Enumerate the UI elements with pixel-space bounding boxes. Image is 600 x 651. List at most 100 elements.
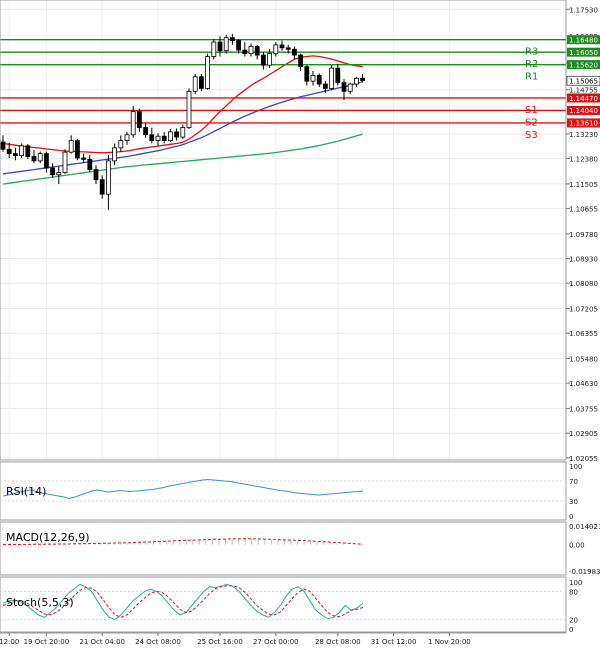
candle-body <box>149 134 155 141</box>
candle-body <box>186 90 192 128</box>
candle-body <box>50 167 55 176</box>
price-tick-label: 1.07205 <box>569 306 598 314</box>
candle-body <box>298 54 304 68</box>
candle-body <box>236 40 242 51</box>
price-tick-label: 1.11505 <box>569 181 598 189</box>
price-tick-label: 1.17530 <box>569 6 598 14</box>
chart-canvas: R3R2R1S1S2S3 1.175301.166051.156801.1475… <box>0 0 600 651</box>
candle-body <box>329 67 335 89</box>
stoch-title: Stoch(5,5,3) <box>6 596 74 609</box>
candle-body <box>223 37 229 52</box>
candle-body <box>6 148 12 155</box>
candle-body <box>205 56 211 89</box>
candle-body <box>44 153 49 169</box>
candle-body <box>192 76 198 92</box>
candle-body <box>56 172 62 176</box>
candle-body <box>291 48 297 56</box>
candle-body <box>254 45 260 56</box>
candle-body <box>118 140 124 149</box>
current-price-badge: 1.15065 <box>566 75 600 86</box>
candle-body <box>106 160 111 195</box>
candle-body <box>25 145 31 157</box>
candle-body <box>112 147 117 162</box>
price-tick-label: 1.06355 <box>569 330 598 338</box>
candle-body <box>143 127 149 136</box>
stoch-tick-label: 20 <box>569 617 578 625</box>
level-price-text: 1.14470 <box>569 95 598 103</box>
stoch-tick-label: 100 <box>569 579 582 587</box>
macd-tick-label: 0.00 <box>569 542 585 550</box>
candle-body <box>242 49 248 55</box>
candle-body <box>347 83 353 92</box>
time-tick-label: 19 Oct 20:00 <box>24 638 70 646</box>
candle-body <box>353 77 359 85</box>
price-tick-label: 1.02055 <box>569 455 598 463</box>
candle-body <box>75 140 80 159</box>
time-tick-label: 21 Oct 04:00 <box>79 638 125 646</box>
candle-body <box>211 41 217 57</box>
macd-tick-label: -0.019835 <box>569 568 600 576</box>
candle-body <box>87 159 93 170</box>
candle-body <box>0 141 6 150</box>
candle-body <box>37 153 43 162</box>
candle-body <box>155 135 161 141</box>
candle-body <box>19 145 25 157</box>
level-price-text: 1.15620 <box>569 61 598 69</box>
candle-body <box>229 37 235 41</box>
time-tick-label: 28 Oct 08:00 <box>315 638 361 646</box>
candle-body <box>62 151 68 173</box>
time-tick-label: 12:00 <box>0 638 19 646</box>
candle-body <box>279 44 285 49</box>
candle-body <box>335 67 341 84</box>
candle-body <box>316 74 322 85</box>
price-tick-label: 1.05480 <box>569 356 598 364</box>
price-tick-label: 1.13230 <box>569 131 598 139</box>
candle-body <box>124 134 130 141</box>
stoch-tick-label: 0 <box>569 626 573 634</box>
candle-body <box>99 179 105 195</box>
current-price-text: 1.15065 <box>569 78 598 86</box>
candle-body <box>217 41 223 52</box>
price-tick-label: 1.02905 <box>569 430 598 438</box>
macd-title: MACD(12,26,9) <box>6 531 90 544</box>
candle-body <box>68 140 74 153</box>
level-price-text: 1.13610 <box>569 120 598 128</box>
candle-body <box>304 66 310 82</box>
candle-body <box>273 44 279 55</box>
candle-body <box>174 131 180 138</box>
time-tick-label: 31 Oct 12:00 <box>371 638 417 646</box>
price-tick-label: 1.08930 <box>569 256 598 264</box>
candle-body <box>341 82 347 92</box>
time-tick-label: 25 Oct 16:00 <box>197 638 243 646</box>
price-tick-label: 1.03755 <box>569 406 598 414</box>
candle-body <box>167 131 173 141</box>
candle-body <box>285 47 291 50</box>
macd-tick-label: 0.014021 <box>569 523 600 531</box>
time-tick-label: 24 Oct 08:00 <box>135 638 181 646</box>
candle-body <box>198 76 204 89</box>
stoch-tick-label: 80 <box>569 588 578 596</box>
price-tick-label: 1.10655 <box>569 206 598 214</box>
rsi-tick-label: 70 <box>569 478 578 486</box>
price-tick-label: 1.09780 <box>569 231 598 239</box>
candle-body <box>136 111 142 128</box>
candle-body <box>360 77 366 81</box>
time-tick-label: 1 Nov 20:00 <box>428 638 471 646</box>
candle-body <box>322 83 328 89</box>
candle-body <box>161 135 167 141</box>
candle-body <box>81 157 86 160</box>
rsi-tick-label: 0 <box>569 513 573 521</box>
candle-body <box>310 74 316 82</box>
price-tick-label: 1.04630 <box>569 380 598 388</box>
time-tick-label: 27 Oct 00:00 <box>253 638 299 646</box>
candle-body <box>260 54 266 66</box>
level-price-text: 1.16480 <box>569 37 598 45</box>
level-price-text: 1.16050 <box>569 49 598 57</box>
candle-body <box>130 111 136 136</box>
level-price-text: 1.14040 <box>569 107 598 115</box>
candle-body <box>31 156 37 162</box>
price-tick-label: 1.12380 <box>569 156 598 164</box>
candle-body <box>267 53 273 66</box>
candle-body <box>93 169 99 181</box>
price-tick-label: 1.08080 <box>569 280 598 288</box>
